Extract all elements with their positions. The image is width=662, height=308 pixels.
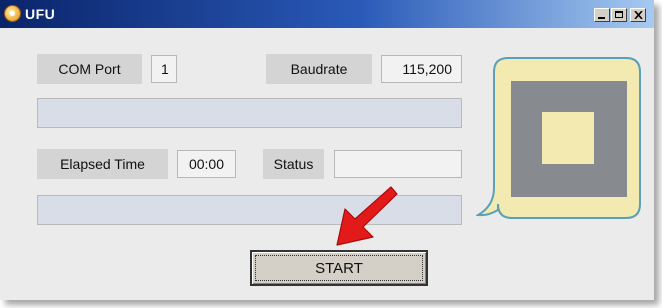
baudrate-label: Baudrate bbox=[266, 54, 372, 84]
status-field[interactable] bbox=[334, 150, 462, 178]
baudrate-field[interactable]: 115,200 bbox=[381, 55, 462, 83]
maximize-button[interactable] bbox=[611, 8, 627, 22]
com-port-label: COM Port bbox=[37, 54, 142, 84]
device-status-icon bbox=[476, 57, 641, 219]
elapsed-time-field[interactable]: 00:00 bbox=[177, 150, 236, 178]
window-title: UFU bbox=[25, 6, 56, 22]
title-bar[interactable]: UFU bbox=[0, 0, 654, 28]
close-button[interactable] bbox=[630, 8, 646, 22]
status-square-inner bbox=[542, 112, 594, 164]
close-icon bbox=[634, 11, 643, 19]
start-button[interactable]: START bbox=[250, 250, 428, 286]
elapsed-time-label: Elapsed Time bbox=[37, 149, 168, 179]
ufu-window: UFU COM Port 1 Baudrate 115,200 Elapsed … bbox=[0, 0, 654, 300]
status-label: Status bbox=[263, 149, 324, 179]
progress-bar-top bbox=[37, 98, 462, 128]
app-icon bbox=[4, 5, 21, 22]
minimize-button[interactable] bbox=[594, 8, 610, 22]
com-port-field[interactable]: 1 bbox=[151, 55, 177, 83]
red-arrow-icon bbox=[336, 186, 398, 246]
